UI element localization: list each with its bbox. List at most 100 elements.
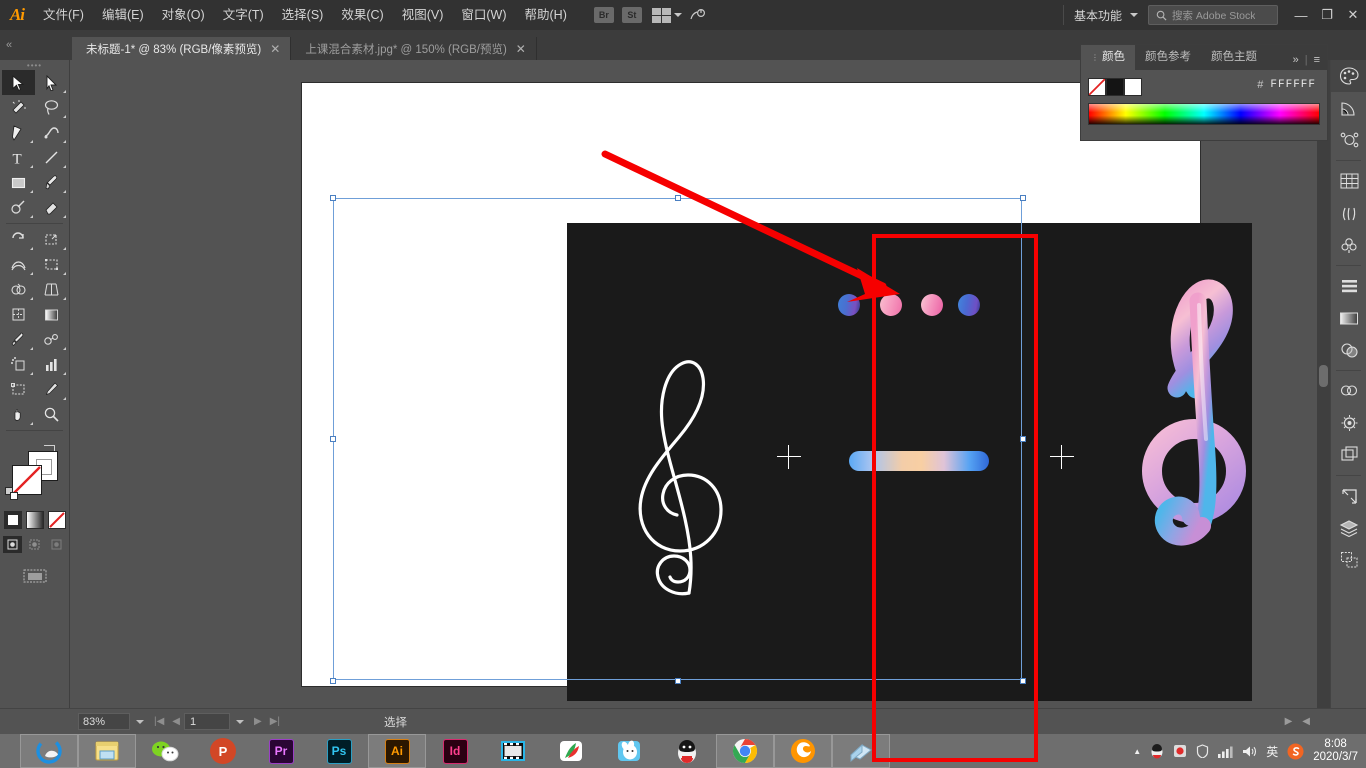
workspace-switcher[interactable]: 基本功能	[1070, 7, 1126, 24]
taskbar-clock[interactable]: 8:08 2020/3/7	[1313, 738, 1358, 764]
taskbar-qq[interactable]	[658, 734, 716, 768]
draw-behind-button[interactable]	[25, 536, 44, 553]
scrollbar-thumb[interactable]	[1319, 365, 1328, 387]
gradient-fill-button[interactable]	[25, 511, 44, 529]
color-themes-icon[interactable]	[1331, 124, 1366, 156]
gradient-tool[interactable]	[35, 302, 68, 327]
perspective-grid-tool[interactable]	[35, 277, 68, 302]
workspace-chevron-icon[interactable]	[1126, 13, 1142, 17]
draw-normal-button[interactable]	[3, 536, 22, 553]
hand-tool[interactable]	[2, 402, 35, 427]
status-prev-icon[interactable]: ◀	[1302, 716, 1310, 727]
width-tool[interactable]	[2, 252, 35, 277]
align-icon[interactable]	[1331, 270, 1366, 302]
artboard-tool[interactable]	[2, 377, 35, 402]
taskbar-chrome[interactable]	[716, 734, 774, 768]
line-segment-tool[interactable]	[35, 145, 68, 170]
menu-view[interactable]: 视图(V)	[393, 0, 453, 30]
security-icon[interactable]	[1173, 744, 1187, 758]
swatch-none[interactable]	[1088, 78, 1106, 96]
last-artboard-icon[interactable]: ▶|	[266, 716, 284, 727]
tab-color-guide[interactable]: 颜色参考	[1135, 45, 1201, 70]
menu-file[interactable]: 文件(F)	[34, 0, 93, 30]
appearance-icon[interactable]	[1331, 407, 1366, 439]
pen-tool[interactable]	[2, 120, 35, 145]
hex-color-field[interactable]: # FFFFFF	[1257, 78, 1319, 92]
network-icon[interactable]	[1218, 745, 1233, 758]
tools-panel-handle[interactable]: ••••	[0, 60, 69, 70]
selection-tool[interactable]	[2, 70, 35, 95]
artboard-dropdown-icon[interactable]	[236, 719, 244, 724]
shaper-tool[interactable]	[2, 195, 35, 220]
bridge-button[interactable]: Br	[593, 7, 614, 23]
qq-icon[interactable]	[1150, 743, 1164, 759]
taskbar-window[interactable]	[832, 734, 890, 768]
canvas-vertical-scrollbar[interactable]	[1317, 60, 1330, 708]
prev-artboard-icon[interactable]: ◀	[168, 716, 184, 727]
scale-tool[interactable]	[35, 227, 68, 252]
layers-icon[interactable]	[1331, 512, 1366, 544]
curvature-tool[interactable]	[35, 120, 68, 145]
menu-edit[interactable]: 编辑(E)	[93, 0, 153, 30]
first-artboard-icon[interactable]: |◀	[150, 716, 168, 727]
taskbar-wechat[interactable]	[136, 734, 194, 768]
free-transform-tool[interactable]	[35, 252, 68, 277]
taskbar-indesign[interactable]: Id	[426, 734, 484, 768]
taskbar-illustrator[interactable]: Ai	[368, 734, 426, 768]
arrange-documents-button[interactable]	[651, 7, 682, 23]
shape-builder-tool[interactable]	[2, 277, 35, 302]
taskbar-file-explorer[interactable]	[78, 734, 136, 768]
stock-button[interactable]: St	[621, 7, 642, 23]
swatch-black[interactable]	[1106, 78, 1124, 96]
document-tab-2-close-icon[interactable]: ✕	[516, 43, 526, 55]
draw-inside-button[interactable]	[47, 536, 66, 553]
swatches-icon[interactable]	[1331, 165, 1366, 197]
blend-tool[interactable]	[35, 327, 68, 352]
graphic-styles-icon[interactable]	[1331, 439, 1366, 471]
menu-effect[interactable]: 效果(C)	[332, 0, 392, 30]
restore-button[interactable]: ❐	[1314, 0, 1340, 30]
minimize-button[interactable]: —	[1288, 0, 1314, 30]
rectangle-tool[interactable]	[2, 170, 35, 195]
symbol-sprayer-tool[interactable]	[2, 352, 35, 377]
hex-value[interactable]: FFFFFF	[1267, 78, 1319, 92]
menu-object[interactable]: 对象(O)	[153, 0, 214, 30]
color-guide-icon[interactable]	[1331, 92, 1366, 124]
ime-indicator[interactable]: 英	[1266, 743, 1278, 760]
transform-icon[interactable]	[1331, 480, 1366, 512]
panel-collapse-arrows[interactable]: «	[0, 30, 72, 60]
menu-window[interactable]: 窗口(W)	[452, 0, 515, 30]
menu-help[interactable]: 帮助(H)	[516, 0, 576, 30]
zoom-dropdown-icon[interactable]	[136, 719, 144, 724]
lasso-tool[interactable]	[35, 95, 68, 120]
color-spectrum-strip[interactable]	[1088, 103, 1320, 125]
eyedropper-tool[interactable]	[2, 327, 35, 352]
next-artboard-icon[interactable]: ▶	[250, 716, 266, 727]
collapse-panel-icon[interactable]: »	[1293, 54, 1299, 66]
tab-color[interactable]: ⋮ 颜色	[1081, 45, 1135, 70]
taskbar-firefox[interactable]	[774, 734, 832, 768]
mesh-tool[interactable]	[2, 302, 35, 327]
type-tool[interactable]: T	[2, 145, 35, 170]
taskbar-video-editor[interactable]	[484, 734, 542, 768]
change-screen-mode-button[interactable]	[23, 567, 47, 584]
swatch-white[interactable]	[1124, 78, 1142, 96]
magic-wand-tool[interactable]	[2, 95, 35, 120]
color-panel-icon[interactable]	[1331, 60, 1366, 92]
default-fill-stroke-icon[interactable]	[5, 487, 19, 501]
none-fill-button[interactable]	[47, 511, 66, 529]
taskbar-premiere[interactable]: Pr	[252, 734, 310, 768]
transparency-icon[interactable]	[1331, 334, 1366, 366]
sogou-icon[interactable]	[1287, 743, 1304, 760]
menu-type[interactable]: 文字(T)	[214, 0, 273, 30]
taskbar-edge[interactable]	[20, 734, 78, 768]
rotate-tool[interactable]	[2, 227, 35, 252]
artwork-image[interactable]	[567, 223, 1252, 701]
color-fill-button[interactable]	[3, 511, 22, 529]
show-hidden-icons-button[interactable]: ▲	[1133, 747, 1141, 756]
cc-libraries-icon[interactable]	[1331, 375, 1366, 407]
zoom-tool[interactable]	[35, 402, 68, 427]
tab-color-themes[interactable]: 颜色主题	[1201, 45, 1267, 70]
document-tab-2[interactable]: 上课混合素材.jpg* @ 150% (RGB/预览) ✕	[291, 37, 537, 60]
close-button[interactable]: ✕	[1340, 0, 1366, 30]
